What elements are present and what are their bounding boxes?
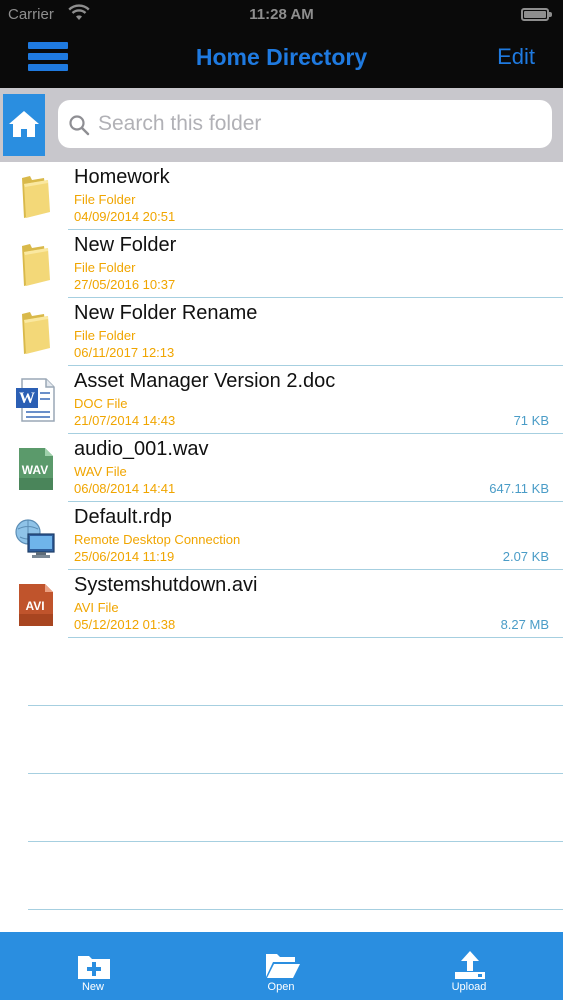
file-name: New Folder Rename <box>74 302 258 324</box>
file-type: Remote Desktop Connection <box>74 532 241 547</box>
file-row[interactable]: New Folder File Folder 27/05/2016 10:37 <box>0 230 563 298</box>
file-type: WAV File <box>74 464 127 479</box>
search-bar <box>0 88 563 162</box>
search-field[interactable] <box>58 100 552 148</box>
wav-file-icon: WAV <box>14 444 58 492</box>
file-size: 2.07 KB <box>502 549 549 564</box>
file-date: 06/11/2017 12:13 <box>74 345 175 360</box>
svg-text:W: W <box>19 390 35 407</box>
file-name: Asset Manager Version 2.doc <box>74 370 336 392</box>
empty-row-separator <box>28 705 563 706</box>
new-button[interactable]: New <box>48 932 138 1000</box>
open-label: Open <box>267 981 295 993</box>
file-name: Default.rdp <box>74 506 172 528</box>
file-row[interactable]: WAV audio_001.wav WAV File 06/08/2014 14:41… <box>0 434 563 502</box>
file-date: 05/12/2012 01:38 <box>74 617 176 632</box>
search-icon <box>69 115 90 136</box>
file-date: 25/06/2014 11:19 <box>74 549 175 564</box>
svg-text:WAV: WAV <box>22 463 48 477</box>
upload-label: Upload <box>451 981 487 993</box>
status-bar: Carrier 11:28 AM <box>0 0 563 30</box>
new-folder-icon <box>78 956 110 979</box>
file-type: File Folder <box>74 260 136 275</box>
battery-icon <box>521 8 552 21</box>
file-type: File Folder <box>74 192 136 207</box>
empty-row-separator <box>28 773 563 774</box>
file-date: 21/07/2014 14:43 <box>74 413 176 428</box>
file-date: 27/05/2016 10:37 <box>74 277 176 292</box>
file-row[interactable]: New Folder Rename File Folder 06/11/2017 1… <box>0 298 563 366</box>
file-row[interactable]: W Asset Manager Version 2.doc DOC File 21/0… <box>0 366 563 434</box>
search-input[interactable] <box>98 106 538 142</box>
file-row[interactable]: Default.rdp Remote Desktop Connection 25/0… <box>0 502 563 570</box>
folder-icon <box>14 240 58 288</box>
file-date: 04/09/2014 20:51 <box>74 209 176 224</box>
file-type: File Folder <box>74 328 136 343</box>
svg-text:AVI: AVI <box>25 599 44 613</box>
file-size: 647.11 KB <box>489 481 549 496</box>
doc-file-icon: W <box>14 376 58 424</box>
home-icon <box>9 111 39 137</box>
avi-file-icon: AVI <box>14 580 58 628</box>
file-name: audio_001.wav <box>74 438 209 460</box>
status-time: 11:28 AM <box>249 6 314 23</box>
file-type: DOC File <box>74 396 128 411</box>
top-bar: Carrier 11:28 AM Home Directory Edit <box>0 0 563 88</box>
open-folder-icon <box>266 954 300 978</box>
file-list: Homework File Folder 04/09/2014 20:51 New F… <box>0 162 563 638</box>
edit-button[interactable]: Edit <box>497 44 535 70</box>
file-type: AVI File <box>74 600 119 615</box>
page-title: Home Directory <box>195 44 368 70</box>
folder-icon <box>14 172 58 220</box>
file-row[interactable]: Homework File Folder 04/09/2014 20:51 <box>0 162 563 230</box>
empty-row-separator <box>28 909 563 910</box>
home-button[interactable] <box>3 94 45 156</box>
file-date: 06/08/2014 14:41 <box>74 481 176 496</box>
upload-icon <box>455 951 485 979</box>
folder-icon <box>14 308 58 356</box>
upload-button[interactable]: Upload <box>424 932 514 1000</box>
empty-row-separator <box>28 841 563 842</box>
file-name: New Folder <box>74 234 177 256</box>
bottom-toolbar: New Open Upload <box>0 932 563 1000</box>
open-button[interactable]: Open <box>236 932 326 1000</box>
rdp-file-icon <box>14 512 58 560</box>
file-row[interactable]: AVI Systemshutdown.avi AVI File 05/12/2012 … <box>0 570 563 638</box>
file-name: Homework <box>74 166 170 188</box>
file-size: 8.27 MB <box>500 617 549 632</box>
new-label: New <box>81 981 104 993</box>
file-name: Systemshutdown.avi <box>74 574 258 596</box>
file-size: 71 KB <box>513 413 549 428</box>
